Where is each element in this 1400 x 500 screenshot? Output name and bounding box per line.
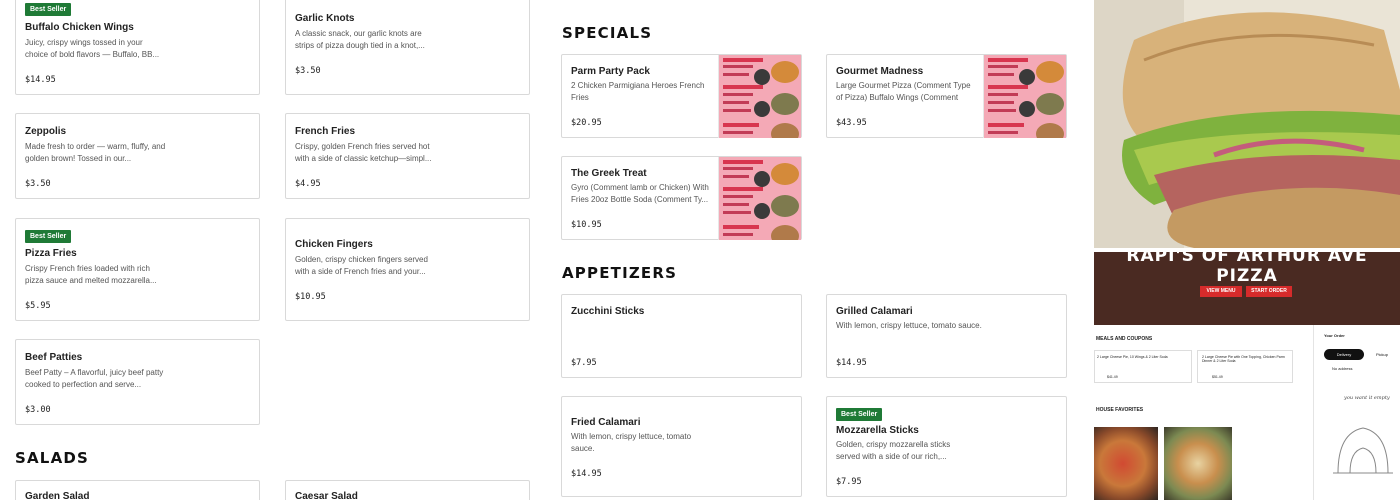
item-price: $7.95: [836, 477, 862, 487]
deal-price: $41.49: [1107, 375, 1118, 379]
item-name: Beef Patties: [25, 352, 83, 363]
item-name: Garden Salad: [25, 491, 90, 500]
pizza-thumb[interactable]: [1094, 427, 1158, 500]
item-description: Beef Patty – A flavorful, juicy beef pat…: [25, 368, 164, 389]
item-price: $20.95: [571, 118, 602, 128]
item-description: Crispy French fries loaded with rich piz…: [25, 264, 157, 285]
special-flyer-image: [983, 55, 1066, 138]
pickup-tab[interactable]: Pickup: [1366, 349, 1398, 360]
website-preview: RAPI'S OF ARTHUR AVE PIZZA VIEW MENU STA…: [1094, 252, 1400, 500]
section-title-salads: SALADS: [15, 449, 90, 467]
item-price: $10.95: [295, 292, 326, 302]
best-seller-badge: Best Seller: [836, 408, 883, 421]
item-price: $3.50: [25, 179, 51, 189]
item-description: A classic snack, our garlic knots are st…: [295, 29, 425, 50]
item-name: Chicken Fingers: [295, 239, 373, 250]
item-name: Zeppolis: [25, 126, 67, 137]
menu-item-card[interactable]: Fried Calamari With lemon, crispy lettuc…: [561, 396, 802, 497]
menu-item-card[interactable]: Caesar Salad: [285, 480, 530, 500]
item-name: Parm Party Pack: [571, 66, 650, 77]
item-price: $3.50: [295, 66, 321, 76]
item-price: $5.95: [25, 301, 51, 311]
deals-title: MEALS AND COUPONS: [1096, 336, 1153, 342]
pasta-thumb[interactable]: [1164, 427, 1232, 500]
item-description: Gyro (Comment lamb or Chicken) With Frie…: [571, 183, 709, 204]
item-name: Buffalo Chicken Wings: [25, 22, 134, 33]
order-title: Your Order: [1324, 333, 1345, 338]
item-name: Gourmet Madness: [836, 66, 924, 77]
menu-item-card[interactable]: Zeppolis Made fresh to order — warm, flu…: [15, 113, 260, 199]
menu-item-card[interactable]: Beef Patties Beef Patty – A flavorful, j…: [15, 339, 260, 425]
deal-card[interactable]: 2 Large Cheese Pie, 10 Wings & 2 Liter S…: [1094, 350, 1192, 383]
special-flyer-image: [718, 55, 801, 138]
item-description: Crispy, golden French fries served hot w…: [295, 142, 432, 163]
deal-price: $51.49: [1212, 375, 1223, 379]
handwritten-note: you want it empty: [1344, 395, 1390, 401]
menu-page: Best Seller Buffalo Chicken Wings Juicy,…: [0, 0, 1400, 500]
start-order-button[interactable]: START ORDER: [1246, 286, 1292, 297]
special-item-card[interactable]: Parm Party Pack 2 Chicken Parmigiana Her…: [561, 54, 802, 138]
menu-item-card[interactable]: Best Seller Buffalo Chicken Wings Juicy,…: [15, 0, 260, 95]
item-price: $14.95: [836, 358, 867, 368]
item-description: Golden, crispy chicken fingers served wi…: [295, 255, 428, 276]
item-name: Garlic Knots: [295, 13, 355, 24]
deal-text: 2 Large Cheese Pie, 10 Wings & 2 Liter S…: [1097, 355, 1168, 359]
special-flyer-image: [718, 157, 801, 240]
menu-item-card[interactable]: Grilled Calamari With lemon, crispy lett…: [826, 294, 1067, 378]
item-price: $43.95: [836, 118, 867, 128]
item-name: French Fries: [295, 126, 356, 137]
hero-banner: RAPI'S OF ARTHUR AVE PIZZA VIEW MENU STA…: [1094, 252, 1400, 325]
item-price: $7.95: [571, 358, 597, 368]
sandwich-illustration: [1094, 0, 1400, 248]
menu-item-card[interactable]: French Fries Crispy, golden French fries…: [285, 113, 530, 199]
item-price: $10.95: [571, 220, 602, 230]
deal-text: 2 Large Cheese Pie with One Topping, Chi…: [1202, 355, 1285, 363]
item-name: Pizza Fries: [25, 248, 77, 259]
item-name: The Greek Treat: [571, 168, 647, 179]
menu-item-card[interactable]: Garlic Knots A classic snack, our garlic…: [285, 0, 530, 95]
section-title-appetizers: APPETIZERS: [562, 264, 678, 282]
favorites-title: HOUSE FAVORITES: [1096, 407, 1144, 413]
sandwich-photo: [1094, 0, 1400, 248]
best-seller-badge: Best Seller: [25, 3, 72, 16]
item-name: Mozzarella Sticks: [836, 425, 919, 436]
item-description: Juicy, crispy wings tossed in your choic…: [25, 38, 160, 59]
view-menu-button[interactable]: VIEW MENU: [1200, 286, 1242, 297]
hero-title: RAPI'S OF ARTHUR AVE PIZZA: [1094, 252, 1400, 286]
item-price: $14.95: [571, 469, 602, 479]
menu-item-card[interactable]: Zucchini Sticks $7.95: [561, 294, 802, 378]
best-seller-badge: Best Seller: [25, 230, 72, 243]
menu-item-card[interactable]: Best Seller Mozzarella Sticks Golden, cr…: [826, 396, 1067, 497]
item-description: With lemon, crispy lettuce, tomato sauce…: [571, 432, 692, 453]
hero-title-line1: RAPI'S OF ARTHUR AVE: [1126, 252, 1368, 266]
deal-card[interactable]: 2 Large Cheese Pie with One Topping, Chi…: [1197, 350, 1293, 383]
menu-item-card[interactable]: Garden Salad: [15, 480, 260, 500]
item-description: Large Gourmet Pizza (Comment Type of Piz…: [836, 81, 971, 102]
order-panel: Your Order Delivery Pickup No address yo…: [1313, 325, 1400, 500]
item-description: Golden, crispy mozzarella sticks served …: [836, 440, 951, 461]
item-name: Zucchini Sticks: [571, 306, 645, 317]
item-description: 2 Chicken Parmigiana Heroes French Fries: [571, 81, 705, 102]
menu-item-card[interactable]: Chicken Fingers Golden, crispy chicken f…: [285, 218, 530, 321]
item-name: Grilled Calamari: [836, 306, 913, 317]
item-description: Made fresh to order — warm, fluffy, and …: [25, 142, 166, 163]
pizza-oven-illustration: [1333, 427, 1393, 474]
section-title-specials: SPECIALS: [562, 24, 653, 42]
item-name: Caesar Salad: [295, 491, 358, 500]
item-price: $3.00: [25, 405, 51, 415]
item-description: With lemon, crispy lettuce, tomato sauce…: [836, 321, 982, 330]
menu-item-card[interactable]: Best Seller Pizza Fries Crispy French fr…: [15, 218, 260, 321]
item-price: $14.95: [25, 75, 56, 85]
no-address-text: No address: [1332, 366, 1353, 371]
hero-title-line2: PIZZA: [1216, 266, 1278, 286]
special-item-card[interactable]: Gourmet Madness Large Gourmet Pizza (Com…: [826, 54, 1067, 138]
item-name: Fried Calamari: [571, 417, 641, 428]
delivery-tab[interactable]: Delivery: [1324, 349, 1364, 360]
item-price: $4.95: [295, 179, 321, 189]
special-item-card[interactable]: The Greek Treat Gyro (Comment lamb or Ch…: [561, 156, 802, 240]
